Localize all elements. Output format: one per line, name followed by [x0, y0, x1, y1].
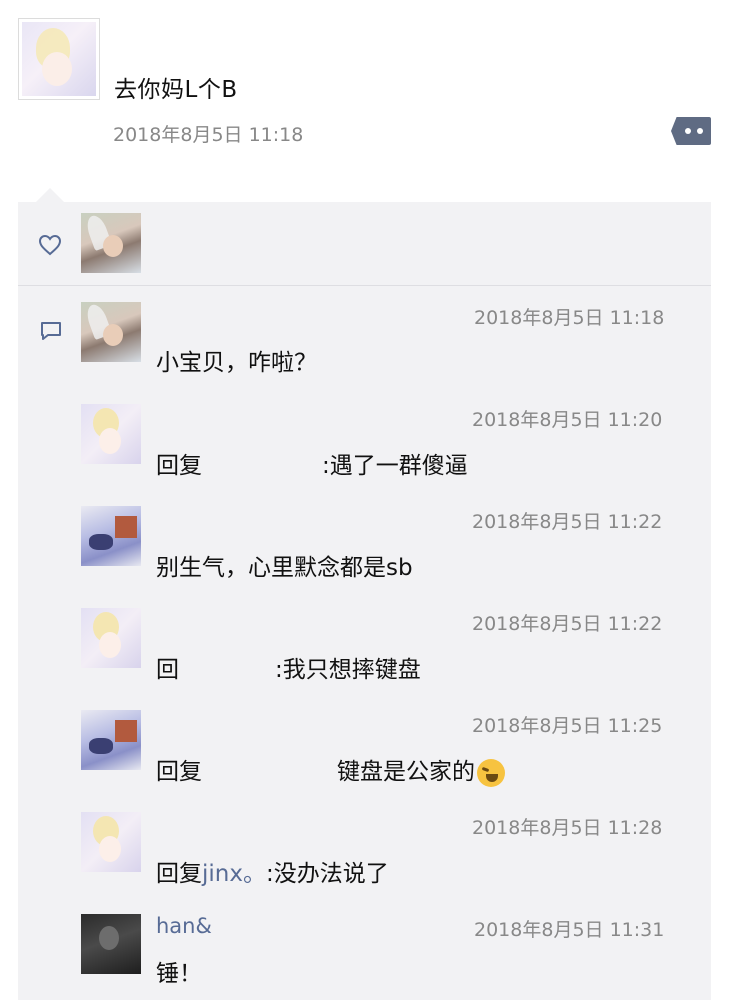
- likes-row: [18, 202, 711, 286]
- commenter-avatar[interactable]: [81, 710, 141, 770]
- reply-prefix: 回复: [156, 759, 202, 785]
- comment-timestamp: 2018年8月5日 11:25: [472, 715, 663, 737]
- reply-prefix: 回复: [156, 453, 202, 479]
- comment-timestamp: 2018年8月5日 11:22: [472, 511, 663, 533]
- heart-icon: [38, 234, 62, 256]
- comment-reply-line[interactable]: 回复 键盘是公家的: [156, 752, 505, 787]
- comment-timestamp: 2018年8月5日 11:20: [472, 409, 663, 431]
- comment-text[interactable]: 别生气，心里默念都是sb: [156, 548, 413, 582]
- comment-text: 键盘是公家的: [337, 759, 475, 785]
- comment-timestamp: 2018年8月5日 11:31: [474, 919, 665, 941]
- reply-prefix: 回复: [156, 861, 202, 887]
- commenter-avatar[interactable]: [81, 506, 141, 566]
- commenter-avatar[interactable]: [81, 812, 141, 872]
- post-text: 去你妈L个B: [114, 77, 238, 103]
- laughing-emoji-icon: [477, 758, 505, 787]
- comment-timestamp: 2018年8月5日 11:18: [474, 307, 665, 329]
- post-timestamp: 2018年8月5日 11:18: [113, 124, 304, 146]
- commenter-avatar[interactable]: [81, 404, 141, 464]
- commenter-avatar[interactable]: [81, 914, 141, 974]
- commenter-avatar[interactable]: [81, 302, 141, 362]
- comment-reply-line[interactable]: 回 :我只想摔键盘: [156, 650, 421, 684]
- more-dots-icon[interactable]: [671, 117, 711, 145]
- comment-text[interactable]: 小宝贝，咋啦？: [156, 343, 317, 377]
- comment-text: :没办法说了: [265, 861, 389, 887]
- comment-reply-line[interactable]: 回复jinx。:没办法说了: [156, 854, 389, 888]
- interaction-panel: 2018年8月5日 11:18 小宝贝，咋啦？ 2018年8月5日 11:20 …: [18, 202, 711, 1000]
- post-author-avatar[interactable]: [18, 18, 100, 100]
- reply-target-username[interactable]: jinx。: [202, 861, 266, 887]
- comment-timestamp: 2018年8月5日 11:28: [472, 817, 663, 839]
- comment-icon: [41, 322, 61, 340]
- reply-prefix: 回: [156, 657, 179, 683]
- panel-notch: [36, 188, 64, 202]
- commenter-name[interactable]: han&: [156, 914, 212, 938]
- commenter-avatar[interactable]: [81, 608, 141, 668]
- comment-reply-line[interactable]: 回复 :遇了一群傻逼: [156, 446, 468, 480]
- comment-text[interactable]: 锤！: [156, 954, 202, 988]
- comment-timestamp: 2018年8月5日 11:22: [472, 613, 663, 635]
- comment-text: :遇了一群傻逼: [322, 453, 468, 479]
- comment-text: :我只想摔键盘: [275, 657, 421, 683]
- liker-avatar[interactable]: [81, 213, 141, 273]
